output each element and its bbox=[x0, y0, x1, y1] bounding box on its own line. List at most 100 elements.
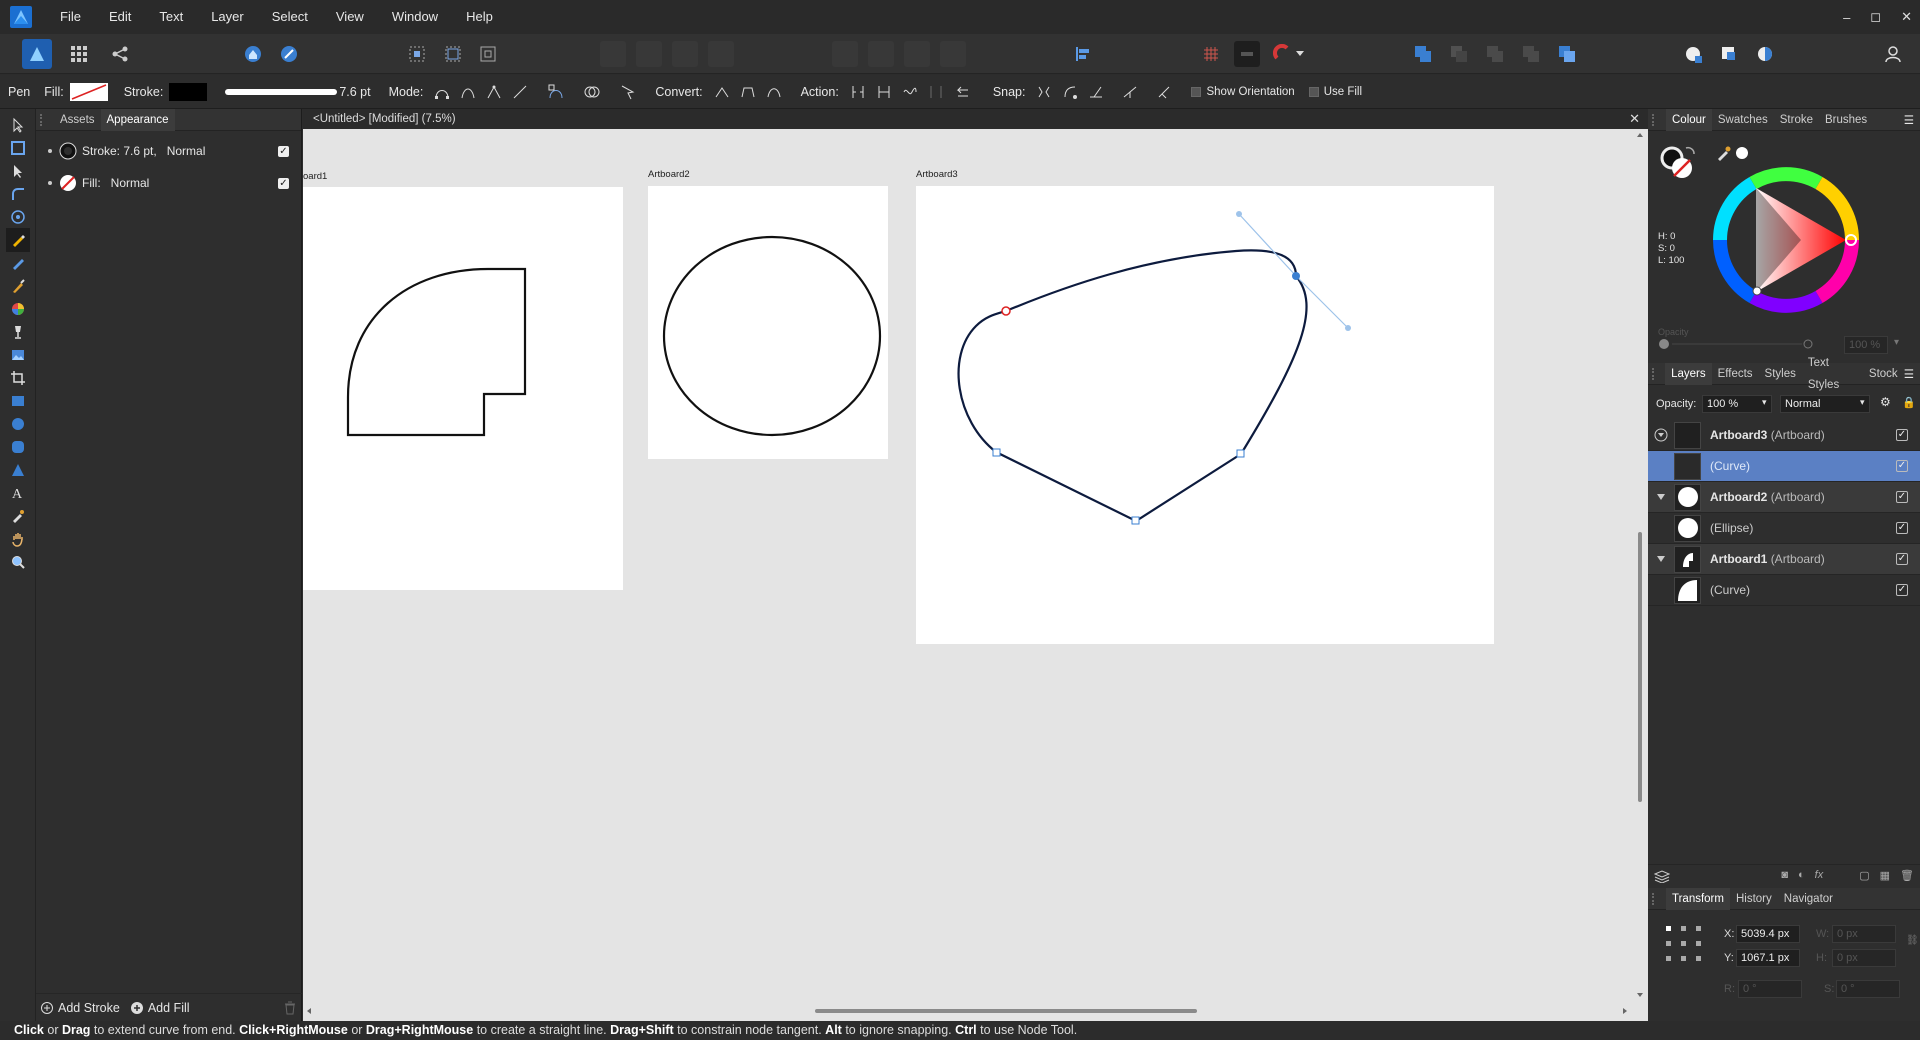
fill-swatch[interactable] bbox=[69, 82, 108, 101]
stroke-visible-checkbox[interactable]: ✓ bbox=[278, 145, 289, 157]
tab-swatches[interactable]: Swatches bbox=[1712, 109, 1774, 131]
panel-grip-icon[interactable] bbox=[40, 113, 50, 126]
layer-visibility-checkbox[interactable]: ✓ bbox=[1896, 553, 1908, 565]
add-stroke-button[interactable]: Add Stroke bbox=[58, 1001, 120, 1015]
arrange-front-button[interactable] bbox=[708, 41, 734, 67]
adjustment-icon[interactable]: ◐ bbox=[1798, 869, 1805, 882]
artboard1[interactable] bbox=[303, 187, 623, 590]
insert-inside-button[interactable] bbox=[1716, 41, 1742, 67]
eyedropper-icon[interactable] bbox=[1716, 145, 1732, 161]
panel-grip-icon[interactable] bbox=[1652, 892, 1662, 905]
transparency-tool[interactable] bbox=[6, 320, 30, 344]
layer-visibility-checkbox[interactable]: ✓ bbox=[1896, 522, 1908, 534]
menu-text[interactable]: Text bbox=[145, 0, 197, 34]
fx-icon[interactable]: fx bbox=[1815, 869, 1824, 882]
ellipse-combine-button[interactable] bbox=[581, 81, 603, 103]
add-node-button[interactable] bbox=[545, 81, 567, 103]
break-curve-button[interactable] bbox=[847, 81, 869, 103]
lock-icon[interactable]: 🔒 bbox=[1902, 396, 1916, 409]
artboard3[interactable] bbox=[916, 186, 1494, 644]
export-persona-button[interactable] bbox=[107, 41, 133, 67]
snapping-button[interactable] bbox=[1270, 41, 1296, 67]
rectangle-tool[interactable] bbox=[6, 389, 30, 413]
insert-target-button[interactable] bbox=[1680, 41, 1706, 67]
expand-chevron-icon[interactable] bbox=[1654, 428, 1668, 442]
layer-row-curve[interactable]: (Curve) ✓ bbox=[1648, 575, 1920, 606]
shear-field[interactable]: 0 ° bbox=[1836, 980, 1900, 998]
chevron-down-icon[interactable]: ▾ bbox=[1860, 397, 1865, 408]
add-pixel-layer-icon[interactable]: ▦ bbox=[1880, 869, 1890, 882]
panel-menu-icon[interactable]: ☰ bbox=[1904, 113, 1914, 127]
menu-help[interactable]: Help bbox=[452, 0, 507, 34]
rotation-field[interactable]: 0 ° bbox=[1738, 980, 1802, 998]
fill-visible-checkbox[interactable]: ✓ bbox=[278, 177, 289, 189]
panel-grip-icon[interactable] bbox=[1652, 367, 1661, 380]
arrange-back-button[interactable] bbox=[600, 41, 626, 67]
add-fill-button[interactable]: Add Fill bbox=[148, 1001, 190, 1015]
join-curves-button[interactable] bbox=[925, 81, 947, 103]
minimize-button[interactable]: – bbox=[1843, 10, 1850, 25]
artboard-tool[interactable] bbox=[6, 136, 30, 160]
polygon-mode-button[interactable] bbox=[483, 81, 505, 103]
add-layer-icon[interactable]: ▢ bbox=[1859, 869, 1869, 882]
tab-stroke[interactable]: Stroke bbox=[1774, 109, 1819, 131]
tab-brushes[interactable]: Brushes bbox=[1819, 109, 1873, 131]
arrange-backward-button[interactable] bbox=[636, 41, 662, 67]
snap-angle-button[interactable] bbox=[1085, 81, 1107, 103]
tab-navigator[interactable]: Navigator bbox=[1778, 888, 1839, 910]
tab-text-styles[interactable]: Text Styles bbox=[1802, 352, 1863, 396]
panel-grip-icon[interactable] bbox=[1652, 113, 1662, 126]
layers-stack-icon[interactable] bbox=[1654, 869, 1670, 883]
tab-stock[interactable]: Stock bbox=[1863, 363, 1904, 385]
color-picker-button[interactable] bbox=[1752, 41, 1778, 67]
snap-to-pixel-button[interactable] bbox=[1234, 41, 1260, 67]
fill-stroke-selector[interactable] bbox=[1658, 144, 1700, 186]
vector-brush-tool[interactable] bbox=[6, 274, 30, 298]
triangle-tool[interactable] bbox=[6, 458, 30, 482]
layer-visibility-checkbox[interactable]: ✓ bbox=[1896, 584, 1908, 596]
snap-perpendicular-button[interactable] bbox=[1153, 81, 1175, 103]
layer-visibility-checkbox[interactable]: ✓ bbox=[1896, 491, 1908, 503]
hsl-colour-wheel[interactable] bbox=[1710, 164, 1862, 316]
align-button[interactable] bbox=[1070, 41, 1096, 67]
menu-view[interactable]: View bbox=[322, 0, 378, 34]
tab-appearance[interactable]: Appearance bbox=[100, 108, 175, 131]
menu-select[interactable]: Select bbox=[258, 0, 322, 34]
node-tool[interactable] bbox=[6, 159, 30, 183]
tab-effects[interactable]: Effects bbox=[1712, 363, 1759, 385]
tab-colour[interactable]: Colour bbox=[1666, 108, 1712, 131]
chevron-down-icon[interactable]: ▾ bbox=[1762, 397, 1767, 408]
layer-row-curve-selected[interactable]: (Curve) ✓ bbox=[1648, 451, 1920, 482]
tab-assets[interactable]: Assets bbox=[54, 109, 101, 131]
close-document-icon[interactable]: ✕ bbox=[1629, 109, 1640, 129]
tab-layers[interactable]: Layers bbox=[1665, 362, 1712, 385]
rounded-rectangle-tool[interactable] bbox=[6, 435, 30, 459]
horizontal-scrollbar[interactable] bbox=[303, 1001, 1632, 1021]
close-curve-button[interactable] bbox=[873, 81, 895, 103]
appearance-fill-row[interactable]: Fill: Normal ✓ bbox=[36, 167, 301, 199]
vertical-scrollbar[interactable] bbox=[1632, 129, 1648, 1001]
rotate-right-button[interactable] bbox=[940, 41, 966, 67]
zoom-tool[interactable] bbox=[6, 550, 30, 574]
tab-transform[interactable]: Transform bbox=[1666, 887, 1730, 910]
anchor-point-selector[interactable] bbox=[1664, 924, 1704, 964]
flip-horizontal-button[interactable] bbox=[832, 41, 858, 67]
layer-row-ellipse[interactable]: (Ellipse) ✓ bbox=[1648, 513, 1920, 544]
smart-mode-button[interactable] bbox=[457, 81, 479, 103]
restore-button[interactable]: ◻ bbox=[1870, 9, 1881, 25]
corner-tool[interactable] bbox=[6, 182, 30, 206]
width-field[interactable]: 0 px bbox=[1832, 925, 1896, 943]
transform-frame-button[interactable] bbox=[475, 41, 501, 67]
account-button[interactable] bbox=[1880, 41, 1906, 67]
tab-styles[interactable]: Styles bbox=[1759, 363, 1802, 385]
pixel-persona-button[interactable] bbox=[66, 41, 92, 67]
link-icon[interactable]: ⛓ bbox=[1906, 935, 1919, 946]
opacity-dropdown-icon[interactable]: ▾ bbox=[1894, 337, 1899, 348]
select-inverse-button[interactable] bbox=[440, 41, 466, 67]
layer-row-artboard2[interactable]: Artboard2 (Artboard) ✓ bbox=[1648, 482, 1920, 513]
snapping-settings-button[interactable] bbox=[276, 41, 302, 67]
current-color-swatch[interactable] bbox=[1736, 147, 1748, 159]
use-fill-toggle[interactable]: Use Fill bbox=[1308, 86, 1362, 98]
snapping-dropdown[interactable] bbox=[1294, 41, 1306, 67]
expand-chevron-icon[interactable] bbox=[1654, 490, 1668, 504]
